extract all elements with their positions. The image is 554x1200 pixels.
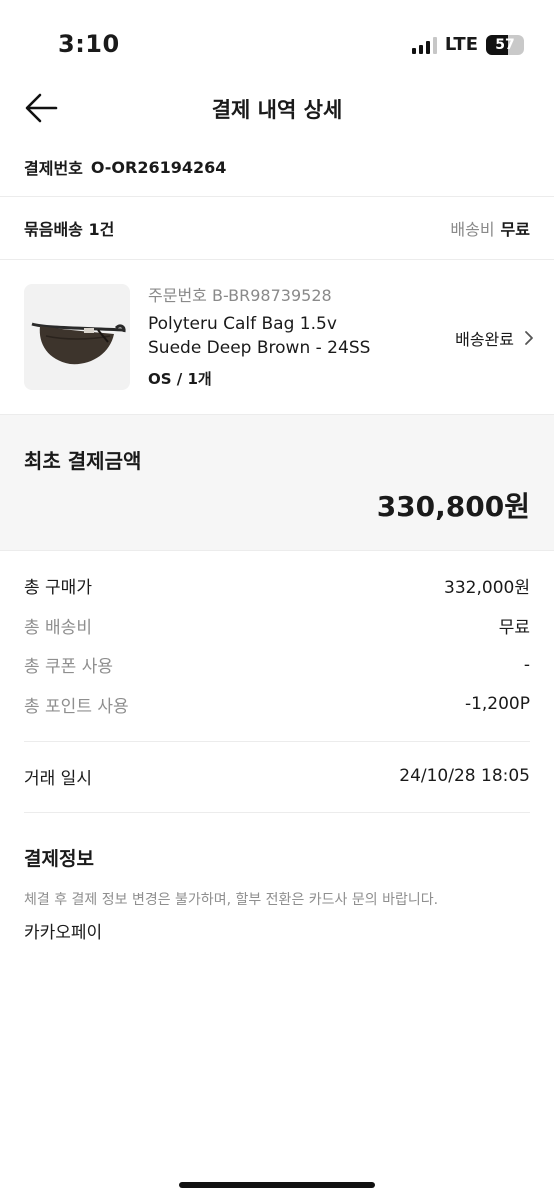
bundle-label: 묶음배송 1건 (24, 220, 115, 239)
divider (0, 259, 554, 260)
product-thumbnail (24, 284, 130, 390)
line-value: - (523, 654, 530, 675)
header: 결제 내역 상세 (0, 80, 554, 136)
line-label: 총 쿠폰 사용 (24, 657, 114, 678)
trade-datetime-value: 24/10/28 18:05 (399, 766, 530, 786)
home-indicator[interactable] (179, 1182, 375, 1188)
total-points-row: 총 포인트 사용 -1,200P (24, 685, 530, 725)
divider (24, 741, 530, 742)
status-bar: 3:10 LTE 57 (0, 0, 554, 86)
shipping-fee-value: 무료 (500, 220, 530, 239)
battery-level: 57 (495, 36, 515, 53)
chevron-right-icon (525, 331, 533, 345)
first-payment-amount: 330,800원 (376, 490, 530, 523)
network-label: LTE (444, 34, 478, 55)
delivery-status-label: 배송완료 (455, 330, 514, 349)
product-order-number: 주문번호 B-BR98739528 (148, 286, 332, 305)
payment-number-label: 결제번호 (24, 159, 83, 178)
payment-detail-screen: 3:10 LTE 57 결제 내역 상세 결제번호 O-OR26194264 묶… (0, 0, 554, 1200)
divider (0, 196, 554, 197)
signal-icon (411, 36, 437, 54)
line-label: 총 배송비 (24, 617, 92, 638)
payment-info-title: 결제정보 (24, 848, 94, 870)
trade-datetime-label: 거래 일시 (24, 768, 92, 789)
bundle-shipping-row: 묶음배송 1건 배송비 무료 (24, 212, 530, 244)
delivery-status[interactable]: 배송완료 (455, 326, 534, 350)
payment-breakdown: 총 구매가 332,000원 총 배송비 무료 총 쿠폰 사용 - 총 포인트 … (24, 566, 530, 724)
line-label: 총 구매가 (24, 578, 92, 599)
divider (24, 812, 530, 813)
first-payment-label: 최초 결제금액 (24, 449, 142, 473)
first-payment-section: 최초 결제금액 330,800원 (0, 414, 554, 551)
product-info: 주문번호 B-BR98739528 Polyteru Calf Bag 1.5v… (148, 282, 408, 389)
total-coupon-row: 총 쿠폰 사용 - (24, 645, 530, 685)
product-name-line1: Polyteru Calf Bag 1.5v (148, 314, 337, 334)
line-value: -1,200P (464, 694, 530, 715)
product-item[interactable]: 주문번호 B-BR98739528 Polyteru Calf Bag 1.5v… (24, 282, 534, 392)
payment-method: 카카오페이 (24, 923, 103, 943)
product-name-line2: Suede Deep Brown - 24SS (148, 338, 371, 358)
status-indicators: LTE 57 (411, 34, 524, 55)
trade-datetime-row: 거래 일시 24/10/28 18:05 (24, 758, 530, 794)
total-purchase-row: 총 구매가 332,000원 (24, 566, 530, 606)
payment-number-row: 결제번호 O-OR26194264 (24, 150, 530, 184)
shipping-fee-label: 배송비 (450, 220, 495, 239)
product-option: OS / 1개 (148, 370, 212, 388)
status-time: 3:10 (58, 30, 120, 58)
line-value: 무료 (498, 617, 530, 638)
shipping-fee: 배송비 무료 (450, 216, 530, 240)
line-label: 총 포인트 사용 (24, 696, 129, 717)
payment-number-value: O-OR26194264 (90, 157, 227, 177)
line-value: 332,000원 (444, 578, 530, 599)
bag-image (31, 322, 126, 365)
total-shipping-row: 총 배송비 무료 (24, 606, 530, 646)
payment-info-note: 체결 후 결제 정보 변경은 불가하며, 할부 전환은 카드사 문의 바랍니다. (24, 892, 439, 908)
page-title: 결제 내역 상세 (211, 98, 343, 122)
battery-icon: 57 (486, 34, 524, 55)
